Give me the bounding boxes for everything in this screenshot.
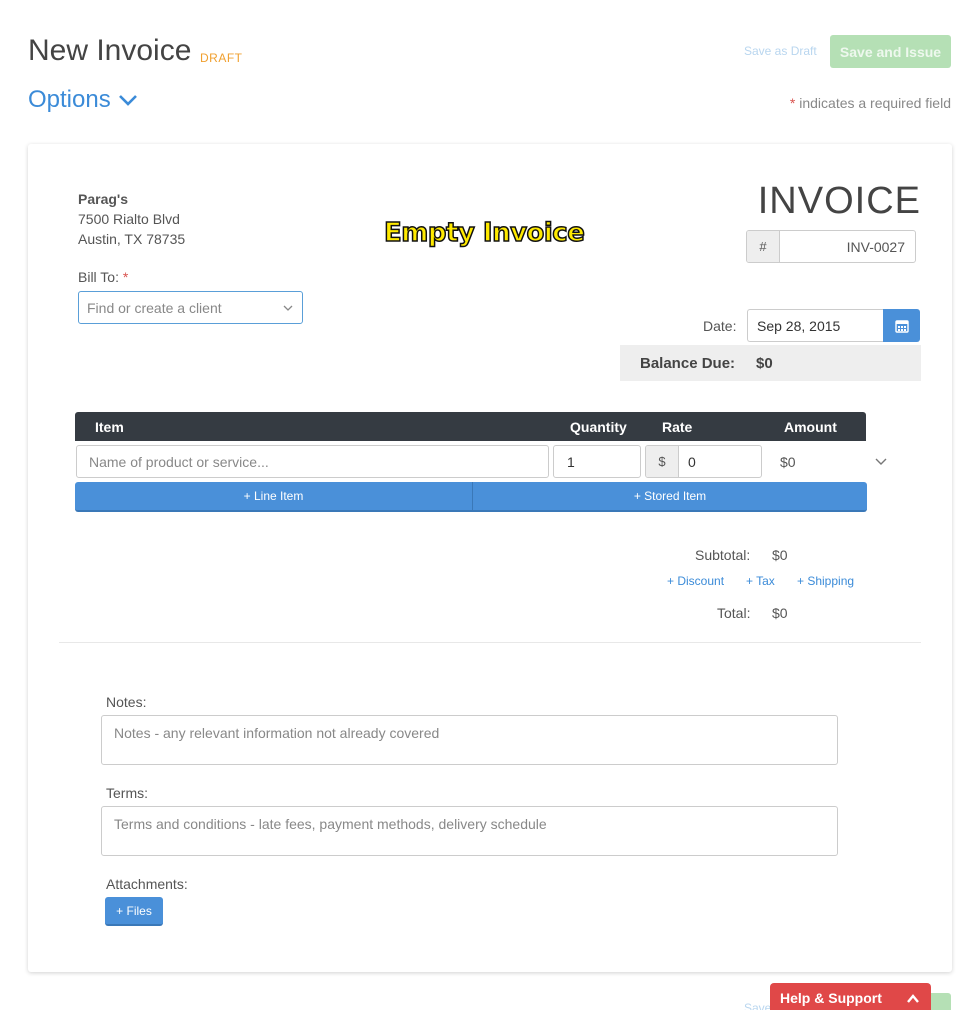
subtotal-value: $0 xyxy=(772,547,788,563)
empty-invoice-annotation: Empty Invoice xyxy=(383,217,585,249)
chevron-down-icon xyxy=(118,95,137,106)
help-support-label: Help & Support xyxy=(780,990,882,1006)
options-toggle[interactable]: Options xyxy=(28,86,139,114)
quantity-input[interactable]: 1 xyxy=(553,445,641,478)
attachments-label: Attachments: xyxy=(106,876,188,892)
add-line-item-button[interactable]: + Line Item xyxy=(75,482,472,512)
column-header-quantity: Quantity xyxy=(570,419,627,435)
terms-textarea[interactable]: Terms and conditions - late fees, paymen… xyxy=(101,806,838,856)
notes-textarea[interactable]: Notes - any relevant information not alr… xyxy=(101,715,838,765)
section-divider xyxy=(59,642,921,643)
balance-due-label: Balance Due: xyxy=(640,354,736,372)
business-address-line2: Austin, TX 78735 xyxy=(78,231,186,247)
balance-due-value: $0 xyxy=(756,354,773,372)
draft-status-badge: DRAFT xyxy=(200,51,243,65)
add-tax-link[interactable]: + Tax xyxy=(746,574,775,588)
invoice-number-prefix: # xyxy=(747,231,780,262)
save-as-draft-button-bottom[interactable]: Save xyxy=(744,1001,771,1010)
column-header-amount: Amount xyxy=(784,419,837,435)
rate-field[interactable]: $ 0 xyxy=(645,445,762,478)
add-shipping-link[interactable]: + Shipping xyxy=(797,574,854,588)
calendar-icon xyxy=(894,319,909,333)
column-header-rate: Rate xyxy=(662,419,693,435)
add-stored-item-button[interactable]: + Stored Item xyxy=(472,482,867,512)
line-items-header: Item Quantity Rate Amount xyxy=(75,412,866,441)
rate-input[interactable]: 0 xyxy=(679,446,761,477)
invoice-card: Parag's 7500 Rialto Blvd Austin, TX 7873… xyxy=(28,144,952,972)
terms-label: Terms: xyxy=(106,785,148,801)
date-label: Date: xyxy=(703,318,737,334)
item-name-input[interactable]: Name of product or service... xyxy=(76,445,549,478)
bill-to-text: Bill To: xyxy=(78,269,123,285)
chevron-up-icon xyxy=(907,994,919,1003)
add-discount-link[interactable]: + Discount xyxy=(667,574,724,588)
client-select[interactable]: Find or create a client xyxy=(78,291,303,324)
save-and-issue-button[interactable]: Save and Issue xyxy=(830,35,951,68)
help-support-widget[interactable]: Help & Support xyxy=(770,983,931,1010)
required-star: * xyxy=(122,269,129,285)
notes-label: Notes: xyxy=(106,694,147,710)
line-amount: $0 xyxy=(780,454,796,470)
subtotal-label: Subtotal: xyxy=(695,547,751,563)
client-select-placeholder: Find or create a client xyxy=(87,299,222,316)
date-input[interactable]: Sep 28, 2015 xyxy=(747,309,884,342)
add-files-button[interactable]: + Files xyxy=(105,897,163,926)
balance-due-row: Balance Due: $0 xyxy=(620,345,921,381)
total-value: $0 xyxy=(772,605,788,621)
page-title: New Invoice xyxy=(28,34,192,67)
column-header-item: Item xyxy=(95,419,124,435)
rate-currency-prefix: $ xyxy=(646,446,679,477)
chevron-down-icon xyxy=(283,305,293,311)
invoice-heading: INVOICE xyxy=(757,180,921,222)
date-picker-button[interactable] xyxy=(883,309,920,342)
business-name: Parag's xyxy=(78,191,129,207)
total-label: Total: xyxy=(717,605,751,621)
bill-to-label: Bill To: * xyxy=(78,269,128,285)
business-address-line1: 7500 Rialto Blvd xyxy=(78,211,180,227)
invoice-number-field[interactable]: # INV-0027 xyxy=(746,230,916,263)
options-label: Options xyxy=(28,86,111,113)
save-as-draft-button[interactable]: Save as Draft xyxy=(744,44,817,58)
required-field-note: * indicates a required field xyxy=(790,95,951,111)
required-note-text: indicates a required field xyxy=(795,95,951,111)
chevron-down-icon[interactable] xyxy=(874,455,888,469)
invoice-number-value[interactable]: INV-0027 xyxy=(780,231,915,262)
